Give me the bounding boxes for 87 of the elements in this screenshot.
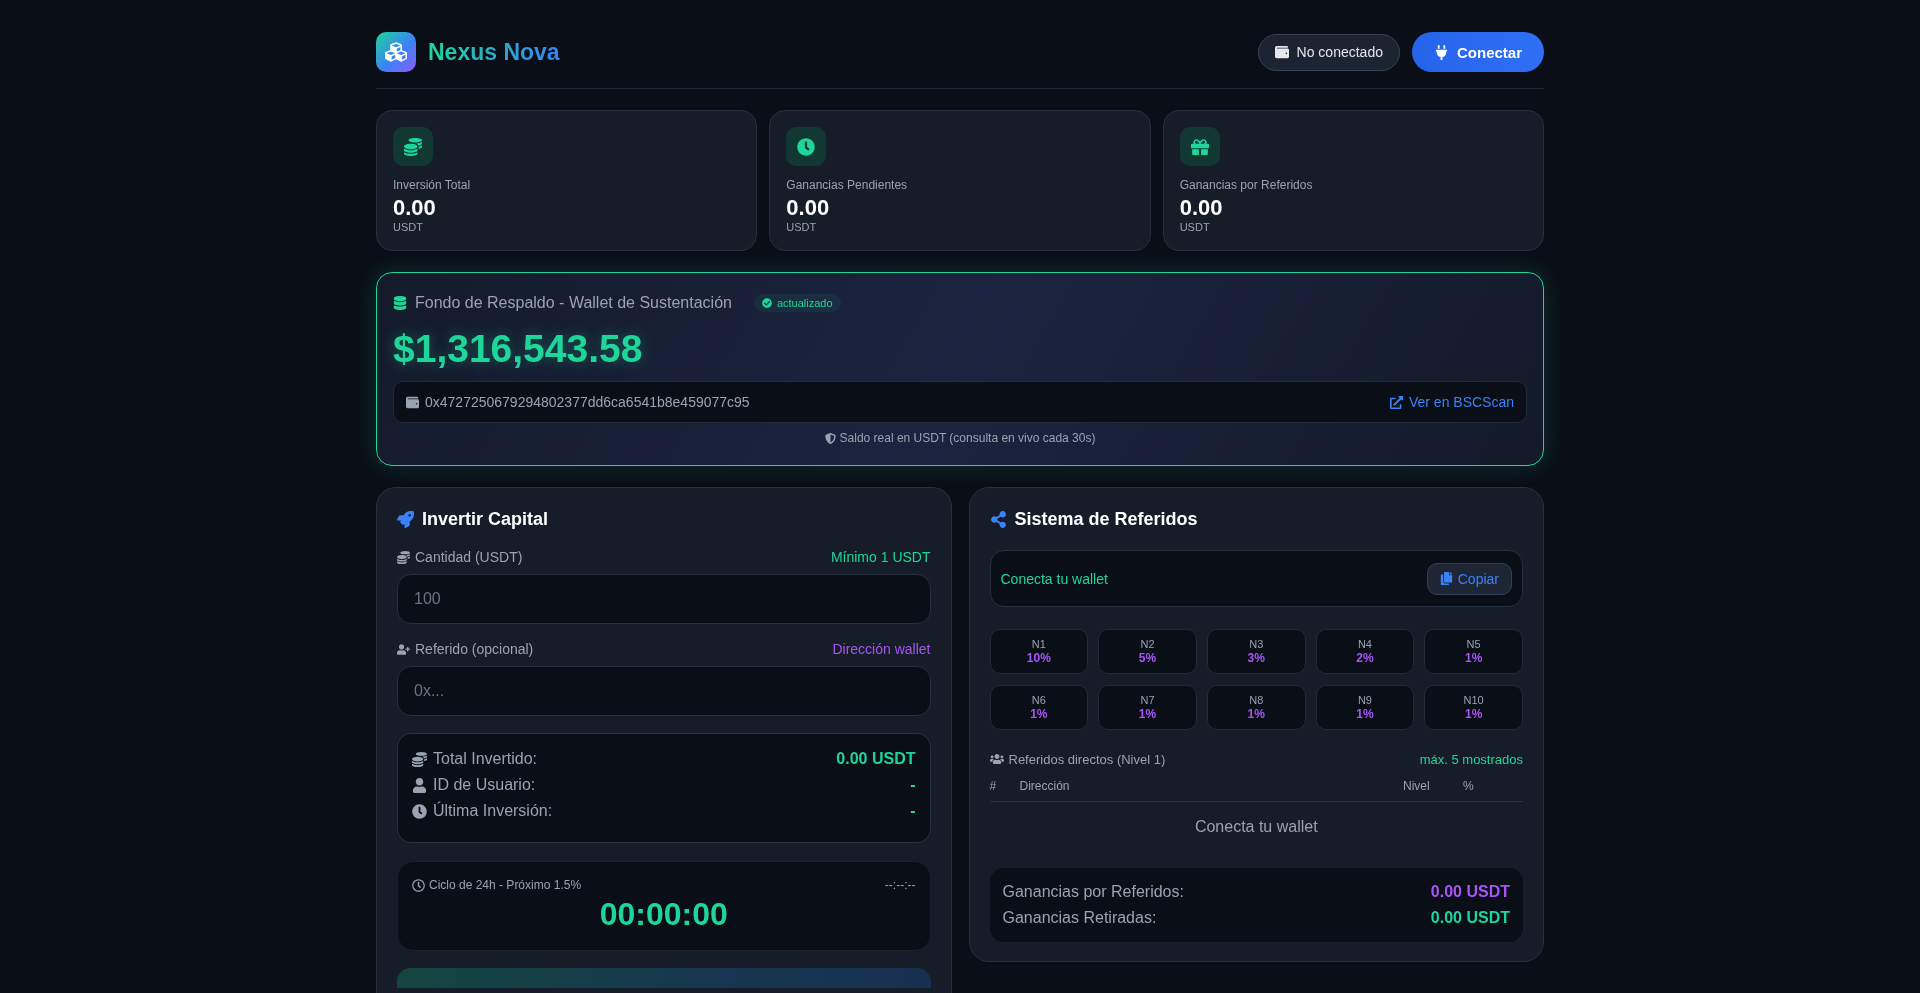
copy-button[interactable]: Copiar [1426,562,1512,595]
earnings-value: 0.00 USDT [1430,883,1510,901]
stat-value: 0.00 [1179,195,1224,221]
stat-label: Ganancias por Referidos [1179,177,1314,193]
level-name: N9 [1357,694,1372,706]
earnings-label: Ganancias por Referidos: [1002,883,1184,901]
level-percent: 1% [1464,651,1483,665]
level-percent: 10% [1026,651,1051,665]
stat-label: Inversión Total [393,177,472,193]
level-percent: 1% [1247,707,1265,721]
user-icon [412,777,427,793]
field-hint: Mínimo 1 USDT [830,549,931,565]
wallet-address: 0x4727250679294802377dd6ca6541b8e459077c95 [425,394,750,410]
level-name: N5 [1466,638,1481,650]
field-label: Referido (opcional) [415,641,534,657]
referral-link-text: Conecta tu wallet [1000,570,1108,587]
level-name: N7 [1140,694,1155,706]
summary-label: Última Inversión: [433,802,553,820]
summary-label: Total Invertido: [433,750,538,768]
coins-icon [393,127,433,166]
fund-amount: $1,316,543.58 [393,326,644,372]
wallet-icon [406,395,419,409]
input-field[interactable]: 100 [397,574,931,624]
rocket-icon [397,510,414,528]
user-plus-icon [397,642,410,656]
level-percent: 1% [1356,707,1374,721]
clock-icon [786,127,827,166]
logo-icon [376,32,416,72]
fund-title: Fondo de Respaldo - Wallet de Sustentación [415,294,732,312]
stat-unit: USDT [1179,221,1211,234]
field-label: Cantidad (USDT) [415,549,523,565]
users-icon [989,752,1004,766]
shield-icon [824,432,836,444]
level-name: N10 [1463,694,1484,706]
coins-icon [397,550,410,564]
summary-value: - [910,802,916,820]
stat-label: Ganancias Pendientes [786,177,909,193]
summary-value: 0.00 USDT [836,750,916,768]
stat-value: 0.00 [393,195,437,221]
cycle-label: Ciclo de 24h - Próximo 1.5% [429,878,582,892]
clock-icon [412,803,427,819]
database-icon [393,296,407,310]
coins-icon [412,751,427,767]
level-percent: 2% [1356,651,1374,665]
plug-icon [1433,44,1449,60]
level-percent: 1% [1030,707,1048,721]
countdown: 00:00:00 [598,895,729,934]
level-name: N3 [1249,638,1264,650]
level-name: N1 [1031,638,1046,650]
column-header: Nivel [1403,779,1431,793]
stat-value: 0.00 [786,195,831,221]
level-percent: 1% [1464,707,1483,721]
balance-note: Saldo real en USDT (consulta en vivo cada 30s) [839,431,1096,445]
earnings-label: Ganancias Retiradas: [1002,909,1157,927]
field-hint: Dirección wallet [832,641,931,657]
section-title: Referidos directos (Nivel 1) [1008,751,1166,767]
panel-title: Sistema de Referidos [1014,508,1198,530]
clock-icon [412,878,425,892]
column-header: % [1463,779,1475,793]
level-name: N6 [1031,694,1046,706]
wallet-icon [1274,45,1289,59]
level-percent: 1% [1138,707,1157,721]
connection-status: No conectado [1257,33,1400,71]
input-field[interactable]: 0x... [397,666,931,716]
level-percent: 5% [1138,651,1157,665]
earnings-value: 0.00 USDT [1430,909,1510,927]
summary-value: - [910,776,916,794]
panel-title: Invertir Capital [422,508,549,530]
external-link-icon [1389,395,1403,409]
level-name: N8 [1249,694,1264,706]
column-header: Dirección [1019,779,1071,793]
summary-label: ID de Usuario: [433,776,536,794]
column-header: # [989,779,998,793]
copy-icon [1439,572,1453,585]
empty-message: Conecta tu wallet [1193,817,1319,837]
level-name: N2 [1140,638,1155,650]
gift-icon [1179,127,1220,166]
share-icon [989,510,1007,528]
cycle-time: --:--:-- [884,878,916,892]
stat-unit: USDT [786,221,818,234]
updated-badge: actualizado [753,294,841,312]
level-name: N4 [1357,638,1372,650]
level-percent: 3% [1247,651,1265,665]
connect-button[interactable]: Conectar [1411,32,1544,72]
stat-unit: USDT [393,221,424,234]
explorer-link[interactable]: Ver en BSCScan [1389,394,1514,410]
section-note: máx. 5 mostrados [1419,751,1523,767]
